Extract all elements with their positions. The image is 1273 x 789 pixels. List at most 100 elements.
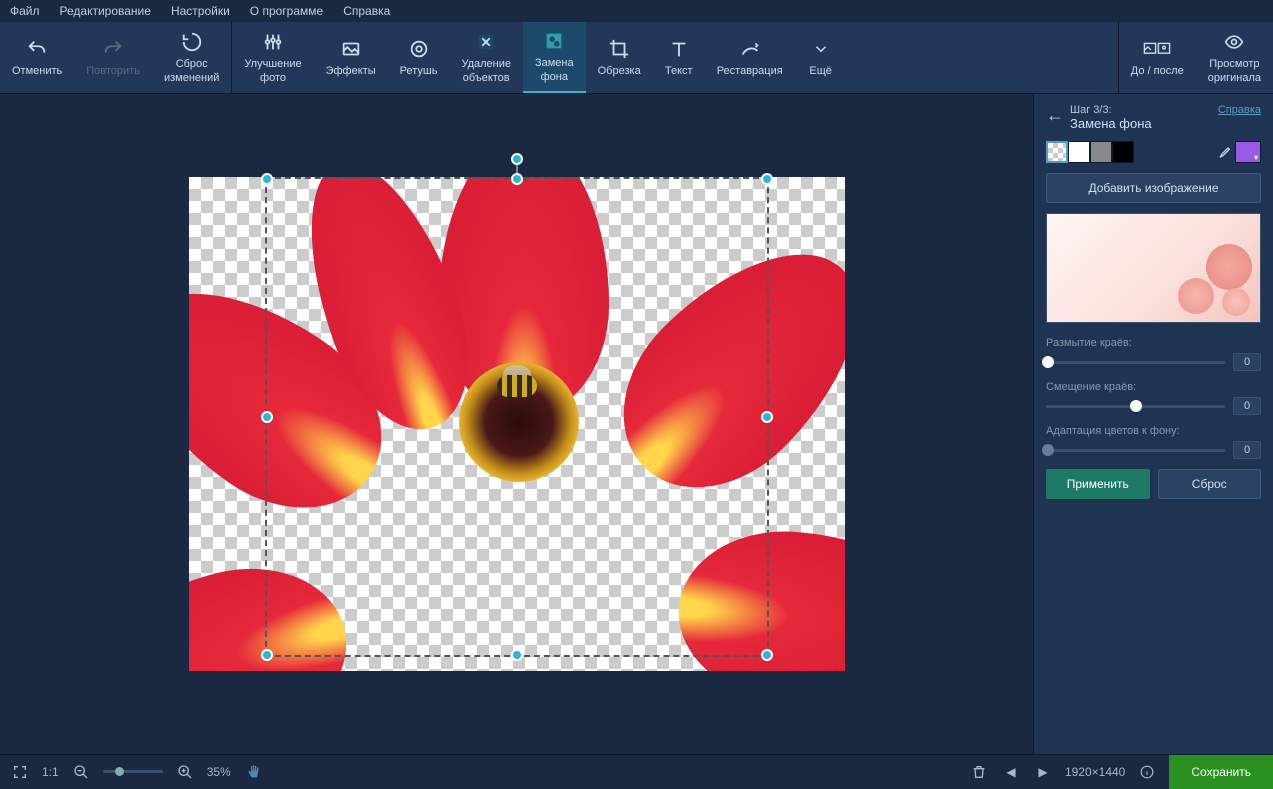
canvas[interactable] <box>189 177 845 671</box>
back-arrow-icon[interactable]: ← <box>1046 104 1064 124</box>
shift-edges-value[interactable]: 0 <box>1233 397 1261 415</box>
reset-icon <box>178 30 206 54</box>
before-after-icon <box>1143 37 1171 61</box>
redo-label: Повторить <box>86 65 140 78</box>
canvas-area[interactable] <box>0 94 1033 754</box>
text-icon <box>665 37 693 61</box>
handle-bottom-left[interactable] <box>261 649 273 661</box>
retouch-icon <box>405 37 433 61</box>
swatch-black[interactable] <box>1112 141 1134 163</box>
restore-label: Реставрация <box>717 65 783 78</box>
handle-top-right[interactable] <box>761 173 773 185</box>
text-button[interactable]: Текст <box>653 22 705 93</box>
handle-mid-right[interactable] <box>761 411 773 423</box>
bg-label: Замена фона <box>535 57 574 83</box>
color-swatch-row <box>1046 141 1261 163</box>
retouch-button[interactable]: Ретушь <box>388 22 450 93</box>
eye-icon <box>1220 30 1248 54</box>
fit-label[interactable]: 1:1 <box>42 765 59 779</box>
view-original-button[interactable]: Просмотр оригинала <box>1196 22 1273 93</box>
save-button[interactable]: Сохранить <box>1169 755 1273 789</box>
delete-icon[interactable] <box>969 762 989 782</box>
blur-edges-slider[interactable] <box>1046 361 1225 364</box>
before-after-label: До / после <box>1131 65 1184 78</box>
shift-edges-label: Смещение краёв: <box>1046 381 1261 393</box>
handle-bottom-mid[interactable] <box>511 649 523 661</box>
fullscreen-icon[interactable] <box>10 762 30 782</box>
blur-edges-label: Размытие краёв: <box>1046 337 1261 349</box>
crop-label: Обрезка <box>598 65 641 78</box>
rotate-handle[interactable] <box>511 153 523 165</box>
enhance-button[interactable]: Улучшение фото <box>232 22 313 93</box>
effects-label: Эффекты <box>326 65 376 78</box>
zoom-out-icon[interactable] <box>71 762 91 782</box>
panel-title: Замена фона <box>1070 116 1212 131</box>
handle-top-mid[interactable] <box>511 173 523 185</box>
menu-settings[interactable]: Настройки <box>171 4 230 18</box>
step-label: Шаг 3/3: <box>1070 104 1212 116</box>
remove-objects-button[interactable]: Удаление объектов <box>449 22 523 93</box>
hand-tool-icon[interactable] <box>243 762 263 782</box>
reset-label: Сброс изменений <box>164 58 219 84</box>
view-original-label: Просмотр оригинала <box>1208 58 1261 84</box>
handle-top-left[interactable] <box>261 173 273 185</box>
color-adapt-value[interactable]: 0 <box>1233 441 1261 459</box>
dimensions-label: 1920×1440 <box>1065 765 1125 779</box>
menu-file[interactable]: Файл <box>10 4 40 18</box>
selection-box[interactable] <box>265 177 769 657</box>
swatch-custom-color[interactable] <box>1235 141 1261 163</box>
swatch-gray[interactable] <box>1090 141 1112 163</box>
toolbar: Отменить Повторить Сброс изменений Улучш… <box>0 22 1273 94</box>
retouch-label: Ретушь <box>400 65 438 78</box>
add-image-button[interactable]: Добавить изображение <box>1046 173 1261 203</box>
effects-button[interactable]: Эффекты <box>314 22 388 93</box>
background-preview[interactable] <box>1046 213 1261 323</box>
crop-button[interactable]: Обрезка <box>586 22 653 93</box>
workspace: ← Шаг 3/3: Замена фона Справка Добавить … <box>0 94 1273 754</box>
color-adapt-slider[interactable] <box>1046 449 1225 452</box>
prev-icon[interactable]: ◀ <box>1001 762 1021 782</box>
more-label: Ещё <box>809 65 832 78</box>
statusbar: 1:1 35% ◀ ▶ 1920×1440 Сохранить <box>0 754 1273 788</box>
menu-edit[interactable]: Редактирование <box>60 4 151 18</box>
undo-icon <box>23 37 51 61</box>
handle-bottom-right[interactable] <box>761 649 773 661</box>
menu-about[interactable]: О программе <box>250 4 323 18</box>
text-label: Текст <box>665 65 693 78</box>
before-after-button[interactable]: До / после <box>1119 22 1196 93</box>
undo-label: Отменить <box>12 65 62 78</box>
bee <box>489 367 545 403</box>
restore-button[interactable]: Реставрация <box>705 22 795 93</box>
color-adapt-label: Адаптация цветов к фону: <box>1046 425 1261 437</box>
info-icon[interactable] <box>1137 762 1157 782</box>
blur-edges-value[interactable]: 0 <box>1233 353 1261 371</box>
swatch-white[interactable] <box>1068 141 1090 163</box>
zoom-value: 35% <box>207 765 231 779</box>
reset-changes-button[interactable]: Сброс изменений <box>152 22 231 93</box>
change-background-button[interactable]: Замена фона <box>523 22 586 93</box>
side-panel: ← Шаг 3/3: Замена фона Справка Добавить … <box>1033 94 1273 754</box>
more-button[interactable]: Ещё <box>795 22 847 93</box>
effects-icon <box>337 37 365 61</box>
remove-label: Удаление объектов <box>461 58 511 84</box>
redo-icon <box>99 37 127 61</box>
enhance-label: Улучшение фото <box>244 58 301 84</box>
enhance-icon <box>259 30 287 54</box>
menubar: Файл Редактирование Настройки О программ… <box>0 0 1273 22</box>
next-icon[interactable]: ▶ <box>1033 762 1053 782</box>
redo-button[interactable]: Повторить <box>74 22 152 93</box>
help-link[interactable]: Справка <box>1218 104 1261 116</box>
handle-mid-left[interactable] <box>261 411 273 423</box>
eyedropper-icon[interactable] <box>1213 141 1235 163</box>
swatch-transparent[interactable] <box>1046 141 1068 163</box>
crop-icon <box>605 37 633 61</box>
apply-button[interactable]: Применить <box>1046 469 1150 499</box>
restore-icon <box>736 37 764 61</box>
zoom-slider[interactable] <box>103 770 163 773</box>
menu-help[interactable]: Справка <box>343 4 390 18</box>
zoom-in-icon[interactable] <box>175 762 195 782</box>
undo-button[interactable]: Отменить <box>0 22 74 93</box>
shift-edges-slider[interactable] <box>1046 405 1225 408</box>
reset-panel-button[interactable]: Сброс <box>1158 469 1262 499</box>
change-background-icon <box>540 29 568 53</box>
